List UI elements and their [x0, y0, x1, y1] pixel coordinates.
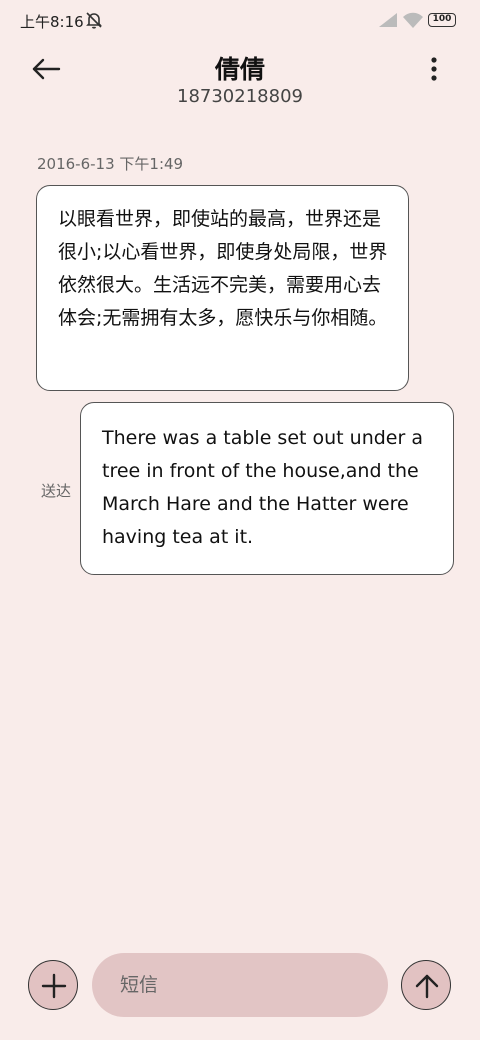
more-vertical-icon [431, 57, 437, 81]
arrow-up-icon [415, 974, 439, 999]
send-button[interactable] [401, 960, 451, 1010]
status-time: 上午8:16 [20, 13, 84, 31]
wifi-icon [403, 12, 423, 28]
sent-message-bubble[interactable]: There was a table set out under a tree i… [80, 402, 454, 575]
contact-name: 倩倩 [214, 55, 265, 84]
contact-number: 18730218809 [177, 86, 303, 107]
message-timestamp: 2016-6-13 下午1:49 [37, 155, 184, 173]
received-message-bubble[interactable]: 以眼看世界，即使站的最高，世界还是很小;以心看世界，即使身处局限，世界依然很大。… [36, 185, 409, 391]
status-bar: 上午8:16 100 [0, 0, 480, 42]
message-input[interactable] [92, 953, 388, 1017]
mute-icon [86, 12, 102, 29]
signal-icon [379, 13, 397, 27]
plus-icon [41, 973, 67, 999]
delivery-status: 送达 [41, 482, 72, 500]
battery-icon: 100 [428, 13, 456, 27]
attach-button[interactable] [28, 960, 78, 1010]
more-options-button[interactable] [420, 54, 448, 84]
